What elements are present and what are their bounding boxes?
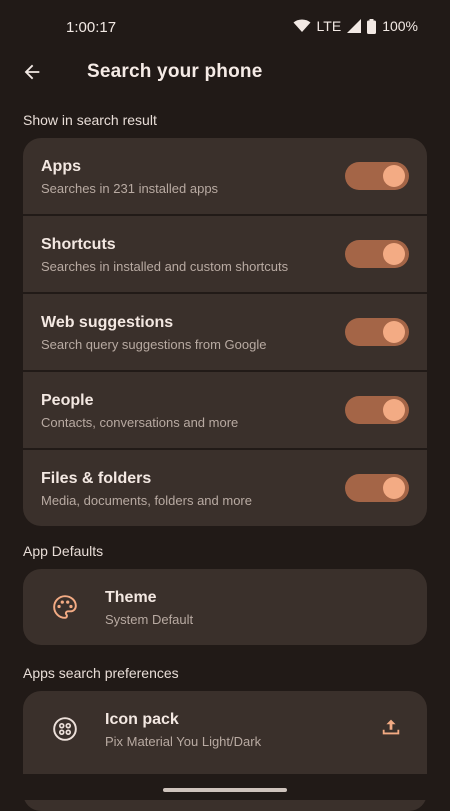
setting-row-people[interactable]: People Contacts, conversations and more xyxy=(23,370,427,448)
back-button[interactable] xyxy=(18,60,46,88)
setting-subtitle: Search query suggestions from Google xyxy=(41,337,267,352)
toggle-thumb xyxy=(383,321,405,343)
status-bar: 1:00:17 LTE 100% xyxy=(0,0,450,56)
web-suggestions-toggle[interactable] xyxy=(345,318,409,346)
arrow-back-icon xyxy=(21,61,43,88)
network-label: LTE xyxy=(316,18,342,34)
files-folders-toggle[interactable] xyxy=(345,474,409,502)
wifi-icon xyxy=(293,19,311,33)
setting-subtitle: Contacts, conversations and more xyxy=(41,415,239,430)
shortcuts-toggle[interactable] xyxy=(345,240,409,268)
battery-label: 100% xyxy=(382,18,418,34)
app-defaults-card: Theme System Default xyxy=(23,569,427,645)
search-results-card: Apps Searches in 231 installed apps Shor… xyxy=(23,138,427,526)
setting-title: Apps xyxy=(41,158,81,175)
setting-subtitle: Searches in installed and custom shortcu… xyxy=(41,259,289,274)
bottom-fade xyxy=(0,774,450,800)
setting-subtitle: Media, documents, folders and more xyxy=(41,493,252,508)
setting-title: Web suggestions xyxy=(41,314,174,331)
theme-title: Theme xyxy=(105,589,157,606)
icon-pack-icon xyxy=(51,715,79,743)
section-title-app-defaults: App Defaults xyxy=(23,543,104,559)
setting-title: Shortcuts xyxy=(41,236,116,253)
apps-toggle[interactable] xyxy=(345,162,409,190)
app-bar: Search your phone xyxy=(0,56,450,90)
setting-row-apps[interactable]: Apps Searches in 231 installed apps xyxy=(23,138,427,214)
setting-row-web-suggestions[interactable]: Web suggestions Search query suggestions… xyxy=(23,292,427,370)
toggle-thumb xyxy=(383,477,405,499)
battery-icon xyxy=(367,18,377,34)
signal-icon xyxy=(347,19,362,33)
section-title-show-in-search: Show in search result xyxy=(23,112,157,128)
section-title-apps-search-prefs: Apps search preferences xyxy=(23,665,179,681)
page-title: Search your phone xyxy=(87,61,263,82)
upload-button[interactable] xyxy=(377,715,405,743)
icon-pack-row[interactable]: Icon pack Pix Material You Light/Dark xyxy=(23,691,427,767)
upload-icon xyxy=(380,716,402,743)
setting-title: People xyxy=(41,392,94,409)
people-toggle[interactable] xyxy=(345,396,409,424)
toggle-thumb xyxy=(383,243,405,265)
setting-row-files-folders[interactable]: Files & folders Media, documents, folder… xyxy=(23,448,427,526)
icon-pack-subtitle: Pix Material You Light/Dark xyxy=(105,734,262,749)
status-time: 1:00:17 xyxy=(66,19,117,36)
status-indicators: LTE 100% xyxy=(293,18,418,34)
gesture-nav-handle[interactable] xyxy=(163,788,287,792)
setting-title: Files & folders xyxy=(41,470,152,487)
setting-subtitle: Searches in 231 installed apps xyxy=(41,181,219,196)
theme-row[interactable]: Theme System Default xyxy=(23,569,427,645)
palette-icon xyxy=(51,593,79,621)
icon-pack-title: Icon pack xyxy=(105,711,179,728)
setting-row-shortcuts[interactable]: Shortcuts Searches in installed and cust… xyxy=(23,214,427,292)
toggle-thumb xyxy=(383,399,405,421)
toggle-thumb xyxy=(383,165,405,187)
theme-subtitle: System Default xyxy=(105,612,194,627)
